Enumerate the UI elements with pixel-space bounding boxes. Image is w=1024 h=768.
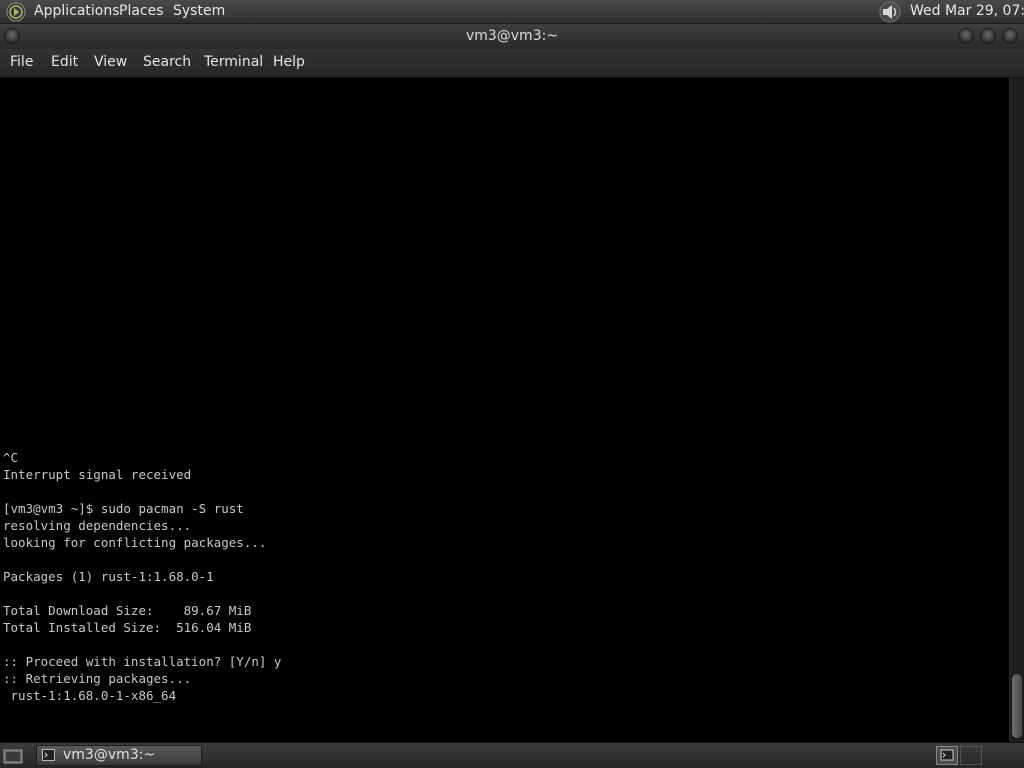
menu-view[interactable]: View: [94, 54, 127, 70]
terminal-line: ^C: [3, 450, 19, 465]
terminal-text: ^C Interrupt signal received [vm3@vm3 ~]…: [3, 449, 281, 704]
close-button[interactable]: [1002, 28, 1018, 44]
terminal-line: :: Proceed with installation? [Y/n] y: [3, 654, 282, 669]
terminal-line: Total Download Size: 89.67 MiB: [3, 603, 252, 618]
terminal-menubar: File Edit View Search Terminal Help: [0, 49, 1024, 78]
taskbar-window-label: vm3@vm3:~: [63, 747, 156, 763]
terminal-line: Interrupt signal received: [3, 467, 192, 482]
menu-applications[interactable]: Applications: [34, 3, 120, 19]
show-desktop-icon[interactable]: [3, 747, 23, 765]
minimize-button[interactable]: [958, 28, 974, 44]
menu-terminal[interactable]: Terminal: [204, 54, 263, 70]
workspace-switcher-1[interactable]: [936, 746, 958, 765]
clock[interactable]: Wed Mar 29, 07:30: [910, 3, 1024, 19]
terminal-line: looking for conflicting packages...: [3, 535, 267, 550]
menu-help[interactable]: Help: [273, 54, 305, 70]
bottom-panel: vm3@vm3:~: [0, 742, 1024, 768]
top-panel: Applications Places System Wed Mar 29, 0…: [0, 0, 1024, 24]
menu-edit[interactable]: Edit: [51, 54, 78, 70]
window-title: vm3@vm3:~: [465, 28, 559, 44]
terminal-line: resolving dependencies...: [3, 518, 192, 533]
menu-search[interactable]: Search: [143, 54, 191, 70]
terminal-icon: [940, 749, 954, 761]
maximize-button[interactable]: [980, 28, 996, 44]
terminal-line: :: Retrieving packages...: [3, 671, 192, 686]
terminal-line: Packages (1) rust-1:1.68.0-1: [3, 569, 214, 584]
workspace-switcher-2[interactable]: [960, 746, 982, 765]
menu-file[interactable]: File: [10, 54, 33, 70]
menu-places[interactable]: Places: [119, 3, 164, 19]
menu-system[interactable]: System: [173, 3, 225, 19]
terminal-output-area[interactable]: ^C Interrupt signal received [vm3@vm3 ~]…: [0, 78, 1009, 742]
window-titlebar[interactable]: vm3@vm3:~: [0, 24, 1024, 49]
scrollbar-thumb[interactable]: [1012, 674, 1022, 738]
terminal-icon: [42, 749, 55, 761]
terminal-line: [vm3@vm3 ~]$ sudo pacman -S rust: [3, 501, 244, 516]
speaker-volume-icon[interactable]: [878, 1, 902, 23]
terminal-line: Total Installed Size: 516.04 MiB: [3, 620, 252, 635]
terminal-line: rust-1:1.68.0-1-x86_64: [3, 688, 177, 703]
gnome-foot-icon[interactable]: [6, 2, 26, 22]
taskbar-window-button[interactable]: vm3@vm3:~: [36, 745, 202, 766]
vertical-scrollbar[interactable]: [1009, 78, 1024, 742]
